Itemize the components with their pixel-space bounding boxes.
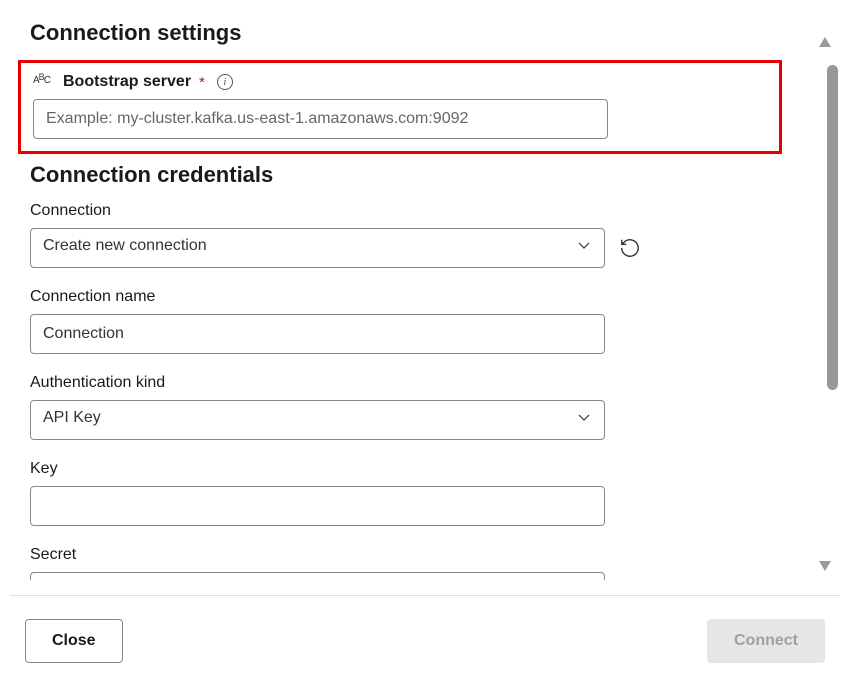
connection-name-field-group: Connection name (30, 288, 770, 354)
scroll-down-arrow-icon[interactable] (818, 559, 832, 575)
bootstrap-server-input[interactable] (33, 99, 608, 139)
connection-name-label: Connection name (30, 288, 770, 306)
auth-kind-label: Authentication kind (30, 374, 770, 392)
key-input[interactable] (30, 486, 605, 526)
content-area: Connection settings ABC Bootstrap server… (0, 0, 800, 580)
connection-field-group: Connection Create new connection (30, 202, 770, 268)
secret-label: Secret (30, 546, 770, 564)
bootstrap-server-label: Bootstrap server (63, 73, 191, 91)
info-icon[interactable]: i (217, 74, 233, 90)
scroll-up-arrow-icon[interactable] (818, 35, 832, 51)
auth-kind-select[interactable]: API Key (30, 400, 605, 440)
scrollbar-thumb[interactable] (827, 65, 838, 390)
bootstrap-server-label-row: ABC Bootstrap server * i (33, 73, 767, 91)
connection-name-input[interactable] (30, 314, 605, 354)
secret-field-group: Secret (30, 546, 770, 580)
connect-button[interactable]: Connect (707, 619, 825, 663)
auth-kind-select-wrapper: API Key (30, 400, 605, 440)
secret-input[interactable] (30, 572, 605, 580)
key-field-group: Key (30, 460, 770, 526)
connection-credentials-heading: Connection credentials (30, 162, 770, 188)
connection-settings-heading: Connection settings (30, 20, 770, 46)
footer: Close Connect (10, 595, 840, 685)
refresh-icon[interactable] (619, 237, 641, 259)
text-type-icon: ABC (33, 76, 53, 86)
bootstrap-highlight-box: ABC Bootstrap server * i (18, 60, 782, 154)
connection-select-wrapper: Create new connection (30, 228, 605, 268)
connection-label: Connection (30, 202, 770, 220)
close-button[interactable]: Close (25, 619, 123, 663)
auth-kind-field-group: Authentication kind API Key (30, 374, 770, 440)
connection-select[interactable]: Create new connection (30, 228, 605, 268)
required-asterisk: * (199, 74, 205, 91)
key-label: Key (30, 460, 770, 478)
